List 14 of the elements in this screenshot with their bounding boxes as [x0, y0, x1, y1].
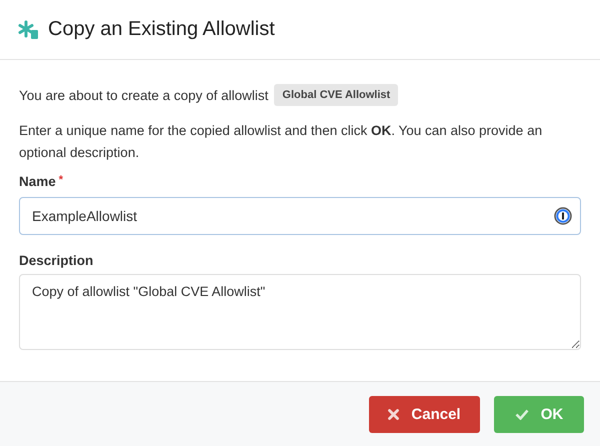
name-label: Name	[19, 174, 56, 189]
logo-icon	[18, 20, 40, 40]
cancel-button[interactable]: Cancel	[369, 396, 480, 433]
password-manager-icon[interactable]	[554, 207, 572, 225]
dialog-title: Copy an Existing Allowlist	[48, 18, 275, 41]
intro-text: You are about to create a copy of allowlist	[19, 88, 268, 102]
description-field[interactable]: Copy of allowlist "Global CVE Allowlist"	[19, 274, 581, 350]
name-field[interactable]: ExampleAllowlist	[19, 197, 581, 235]
required-mark: *	[58, 174, 64, 188]
close-icon	[388, 409, 400, 420]
instructions-text: Enter a unique name for the copied allowlist and then click OK. You can also provide an optional description.	[19, 122, 544, 162]
description-label: Description	[19, 253, 94, 268]
allowlist-tag: Global CVE Allowlist	[274, 84, 398, 106]
check-icon	[514, 409, 529, 420]
